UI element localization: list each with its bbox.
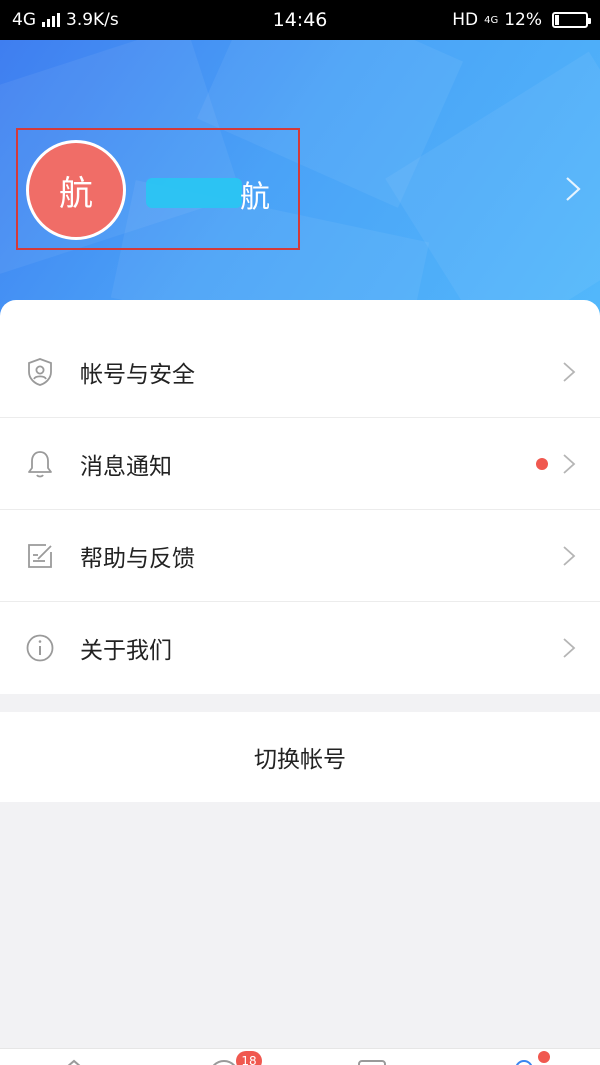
hd-indicator: HD [452, 10, 479, 30]
status-left: 4G 3.9K/s [12, 10, 119, 30]
menu-label-account-security: 帐号与安全 [80, 362, 195, 388]
chevron-right-icon [563, 546, 576, 566]
shield-user-icon [28, 358, 52, 386]
info-icon [26, 634, 54, 662]
menu-item-help-feedback[interactable]: 帮助与反馈 [0, 510, 600, 602]
profile-unread-dot [538, 1051, 550, 1063]
switch-account-button[interactable]: 切换帐号 [0, 712, 600, 802]
settings-menu: 帐号与安全 消息通知 帮助与反馈 关于我们 [0, 300, 600, 694]
battery-percent: 12% [504, 10, 542, 30]
battery-icon [552, 12, 591, 28]
chevron-right-icon [563, 638, 576, 658]
status-right: HD 4G 12% [452, 10, 591, 30]
menu-label-about-us: 关于我们 [80, 638, 172, 664]
user-name: 航 [240, 180, 270, 215]
sub-network: 4G [484, 14, 499, 26]
edit-note-icon [28, 544, 52, 568]
chevron-right-icon [563, 454, 576, 474]
network-speed: 3.9K/s [66, 10, 119, 30]
menu-item-notifications[interactable]: 消息通知 [0, 418, 600, 510]
apps-icon[interactable] [352, 1055, 392, 1065]
menu-item-about-us[interactable]: 关于我们 [0, 602, 600, 694]
clock: 14:46 [272, 9, 328, 31]
bell-icon [28, 451, 52, 478]
bottom-nav: 18 [0, 1048, 600, 1065]
profile-card[interactable]: 航 航 [16, 128, 300, 250]
message-count-badge: 18 [236, 1051, 262, 1065]
status-bar: 4G 3.9K/s 14:46 HD 4G 12% [0, 0, 600, 40]
switch-account-label: 切换帐号 [254, 747, 346, 773]
menu-label-help-feedback: 帮助与反馈 [80, 546, 195, 572]
network-type: 4G [12, 10, 36, 30]
chevron-right-icon[interactable] [564, 176, 582, 202]
signal-icon [42, 13, 60, 27]
home-icon[interactable] [54, 1055, 94, 1065]
menu-item-account-security[interactable]: 帐号与安全 [0, 326, 600, 418]
profile-header: 航 航 [0, 40, 600, 320]
unread-dot [536, 458, 548, 470]
avatar[interactable]: 航 [26, 140, 126, 240]
menu-label-notifications: 消息通知 [80, 454, 172, 480]
chevron-right-icon [563, 362, 576, 382]
